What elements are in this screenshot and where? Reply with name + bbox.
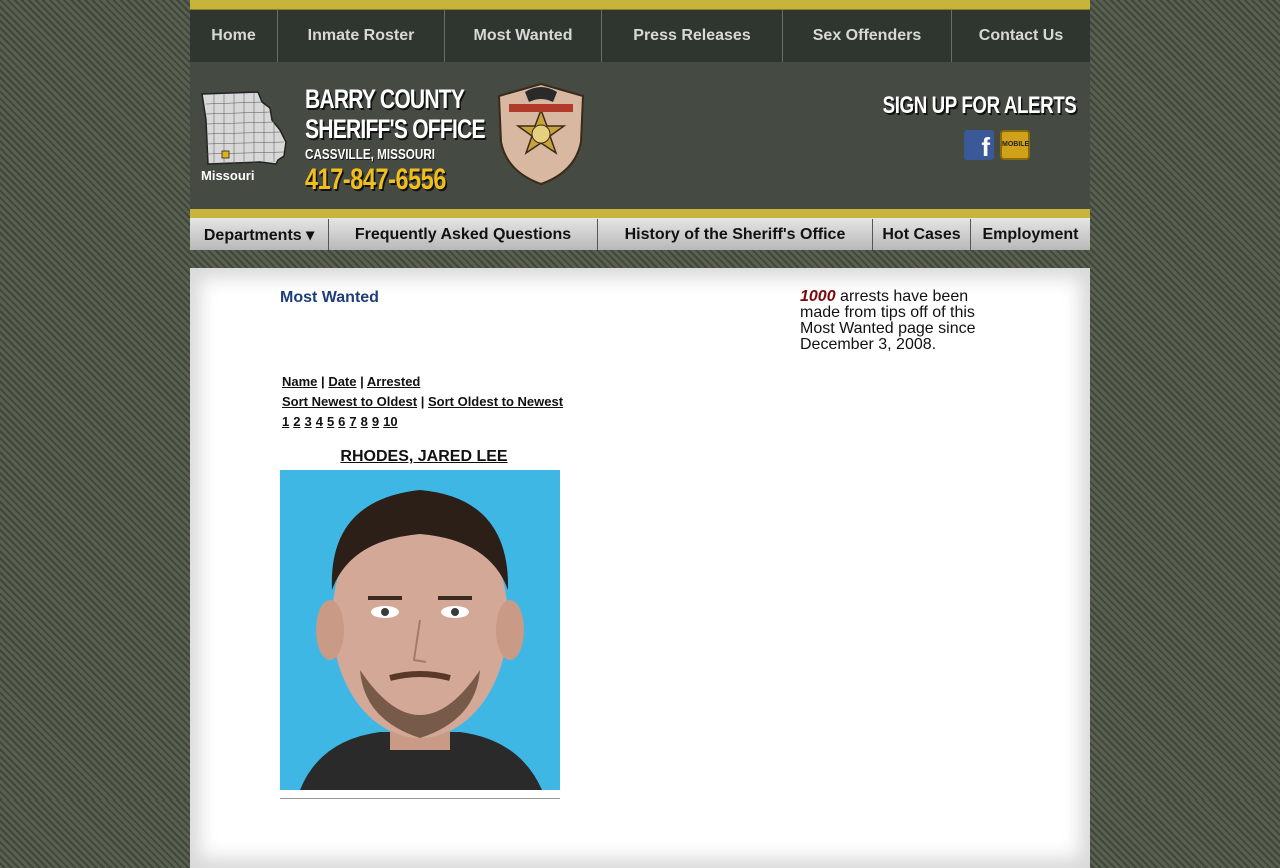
nav-hot-cases[interactable]: Hot Cases <box>873 219 971 250</box>
city-label: CASSVILLE, MISSOURI <box>305 146 436 163</box>
sort-oldest-link[interactable]: Sort Oldest to Newest <box>428 394 563 409</box>
nav-most-wanted[interactable]: Most Wanted <box>445 10 602 62</box>
gold-divider <box>190 209 1090 218</box>
page-link[interactable]: 1 <box>282 414 289 429</box>
sort-by-row: Name | Date | Arrested <box>282 372 563 392</box>
page-link[interactable]: 4 <box>316 414 323 429</box>
page-link[interactable]: 7 <box>349 414 356 429</box>
page-link[interactable]: 6 <box>338 414 345 429</box>
nav-home[interactable]: Home <box>190 10 278 62</box>
sort-order-row: Sort Newest to Oldest | Sort Oldest to N… <box>282 392 563 412</box>
secondary-nav: Departments ▾ Frequently Asked Questions… <box>190 218 1090 250</box>
person-name-link[interactable]: RHODES, JARED LEE <box>340 448 507 465</box>
arrest-count: 1000 <box>800 288 836 305</box>
site-header: Missouri BARRY COUNTY SHERIFF'S OFFICE C… <box>190 62 1090 209</box>
page-link[interactable]: 3 <box>304 414 311 429</box>
main-content: Most Wanted 1000 arrests have been made … <box>190 268 1090 868</box>
page-link[interactable]: 5 <box>327 414 334 429</box>
wanted-person-name: RHODES, JARED LEE <box>280 448 568 466</box>
separator: | <box>420 394 425 409</box>
sort-date-link[interactable]: Date <box>328 374 356 389</box>
mobile-alerts-icon[interactable]: MOBILE <box>1000 130 1030 160</box>
sort-name-link[interactable]: Name <box>282 374 317 389</box>
separator: | <box>360 374 364 389</box>
sort-arrested-link[interactable]: Arrested <box>367 374 420 389</box>
page-link[interactable]: 10 <box>383 414 397 429</box>
page-link[interactable]: 2 <box>293 414 300 429</box>
mugshot-placeholder-icon <box>280 470 560 790</box>
facebook-glyph: f <box>981 132 990 160</box>
nav-sex-offenders[interactable]: Sex Offenders <box>783 10 952 62</box>
top-gold-bar <box>190 0 1090 10</box>
nav-contact-us[interactable]: Contact Us <box>952 10 1090 62</box>
phone-number: 417-847-6556 <box>305 163 447 196</box>
title-line-2: SHERIFF'S OFFICE <box>305 114 486 144</box>
mugshot-photo[interactable] <box>280 470 560 790</box>
nav-inmate-roster[interactable]: Inmate Roster <box>278 10 445 62</box>
title-line-1: BARRY COUNTY <box>305 84 465 114</box>
missouri-label: Missouri <box>201 168 255 183</box>
nav-departments[interactable]: Departments ▾ <box>190 219 329 250</box>
page-wrapper: Home Inmate Roster Most Wanted Press Rel… <box>190 0 1090 868</box>
nav-history[interactable]: History of the Sheriff's Office <box>598 219 873 250</box>
page-link[interactable]: 8 <box>361 414 368 429</box>
facebook-icon[interactable]: f <box>964 130 994 160</box>
nav-faq[interactable]: Frequently Asked Questions <box>329 219 598 250</box>
page-title: Most Wanted <box>280 289 379 306</box>
sheriff-badge-icon <box>497 82 585 186</box>
page-link[interactable]: 9 <box>372 414 379 429</box>
arrests-note: 1000 arrests have been made from tips of… <box>800 289 990 353</box>
missouri-map-icon <box>201 91 287 165</box>
separator: | <box>321 374 325 389</box>
pagination: 1 2 3 4 5 6 7 8 9 10 <box>282 412 563 432</box>
alerts-title[interactable]: SIGN UP FOR ALERTS <box>882 92 1076 120</box>
main-nav: Home Inmate Roster Most Wanted Press Rel… <box>190 10 1090 62</box>
photo-divider <box>280 798 560 799</box>
nav-press-releases[interactable]: Press Releases <box>602 10 783 62</box>
alerts-signup: SIGN UP FOR ALERTS <box>828 92 1076 120</box>
sort-newest-link[interactable]: Sort Newest to Oldest <box>282 394 417 409</box>
nav-employment[interactable]: Employment <box>971 219 1090 250</box>
sort-controls: Name | Date | Arrested Sort Newest to Ol… <box>282 372 563 432</box>
